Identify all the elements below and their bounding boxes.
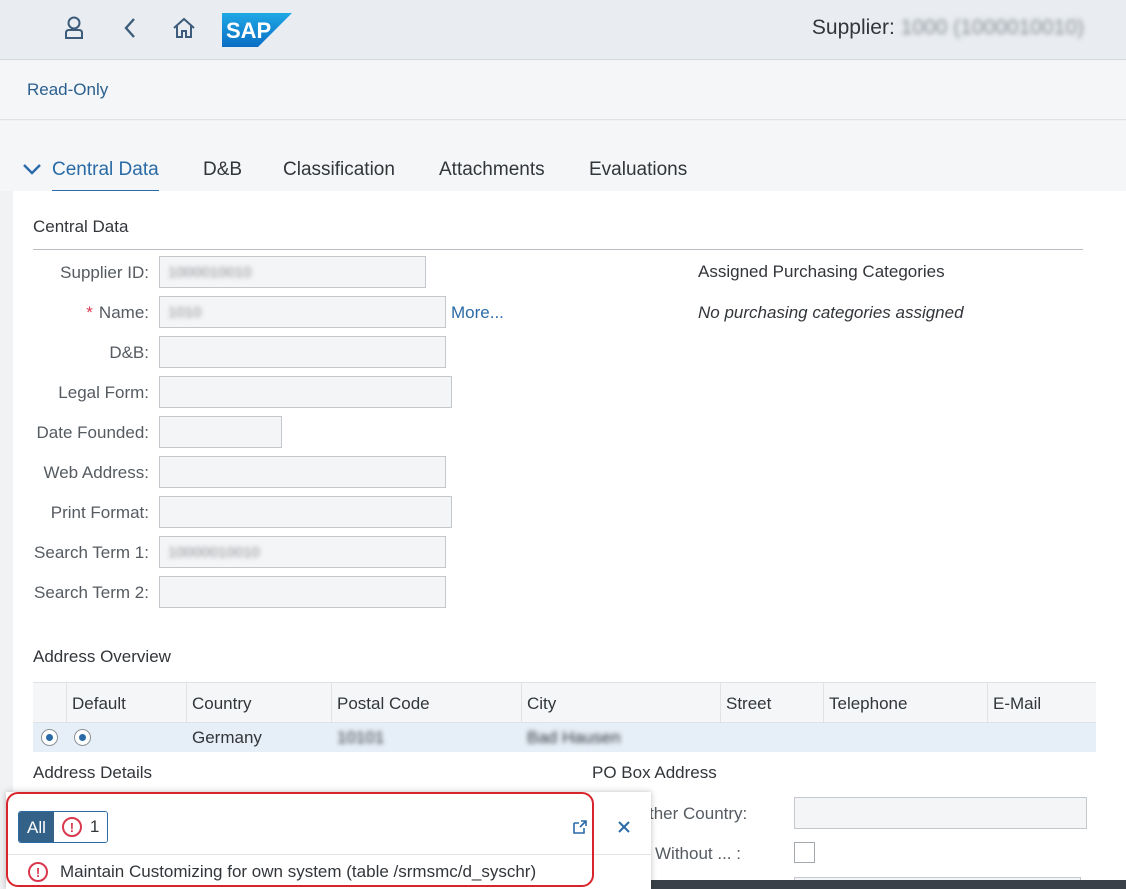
tab-classification[interactable]: Classification	[283, 159, 395, 181]
list-item[interactable]: ! Maintain Customizing for own system (t…	[28, 862, 536, 882]
error-icon: !	[61, 817, 82, 837]
without-checkbox[interactable]	[794, 842, 815, 863]
name-label-text: Name:	[98, 303, 149, 322]
search-term-1-label: Search Term 1:	[34, 543, 149, 562]
tab-dnb[interactable]: D&B	[203, 159, 242, 181]
without-label: Without ... :	[655, 844, 741, 863]
read-only-status: Read-Only	[27, 80, 109, 99]
title-supplier-number: 1000	[900, 16, 948, 39]
column-postal-code[interactable]: Postal Code	[337, 694, 430, 714]
name-label: * Name:	[86, 303, 149, 323]
column-email[interactable]: E-Mail	[993, 694, 1041, 714]
address-overview-title: Address Overview	[33, 647, 171, 666]
column-country[interactable]: Country	[192, 694, 252, 714]
more-link[interactable]: More...	[451, 303, 504, 323]
message-filter: All ! 1	[18, 811, 109, 843]
legal-form-field[interactable]	[159, 376, 452, 408]
collapse-chevron-icon[interactable]	[22, 162, 42, 181]
message-text: Maintain Customizing for own system (tab…	[60, 862, 537, 881]
sap-logo-text: SAP	[226, 18, 271, 43]
purchasing-categories-title: Assigned Purchasing Categories	[698, 262, 945, 281]
purchasing-categories-empty: No purchasing categories assigned	[698, 303, 964, 322]
tab-central-data[interactable]: Central Data	[52, 159, 159, 193]
search-term-2-field[interactable]	[159, 576, 446, 608]
column-separator	[186, 683, 187, 724]
cell-country: Germany	[192, 728, 262, 747]
cell-city: Bad Hausen	[527, 728, 621, 747]
po-box-title: PO Box Address	[592, 763, 717, 782]
web-address-label: Web Address:	[43, 463, 149, 482]
required-mark: *	[86, 303, 93, 322]
web-address-field[interactable]	[159, 456, 446, 488]
search-term-1-value: 10000010010	[168, 544, 260, 561]
default-radio[interactable]	[74, 729, 91, 746]
open-external-icon[interactable]	[569, 816, 591, 838]
supplier-id-value: 1000010010	[168, 264, 252, 281]
content-panel: Central Data Supplier ID: 1000010010 * Na…	[13, 191, 1126, 889]
table-row[interactable]: Germany 10101 Bad Hausen	[33, 723, 1096, 752]
shell-header: SAP Supplier: 1000 (1000010010)	[0, 0, 1126, 60]
cell-postal-code: 10101	[337, 728, 385, 747]
title-supplier-detail: (1000010010)	[953, 16, 1084, 39]
footer-bar	[590, 880, 1126, 889]
name-field[interactable]: 1010	[159, 296, 446, 328]
title-prefix: Supplier:	[811, 16, 895, 39]
supplier-id-label: Supplier ID:	[60, 263, 149, 282]
column-street[interactable]: Street	[726, 694, 771, 714]
filter-error-button[interactable]: ! 1	[53, 812, 108, 842]
column-separator	[331, 683, 332, 724]
error-icon: !	[28, 862, 48, 882]
legal-form-label: Legal Form:	[58, 383, 149, 402]
date-founded-field[interactable]	[159, 416, 282, 448]
date-founded-label: Date Founded:	[36, 423, 149, 442]
message-popover: All ! 1 ! Maintain Customizing for own s…	[6, 792, 651, 889]
other-country-field[interactable]	[794, 797, 1087, 829]
section-divider	[33, 249, 1083, 250]
sap-logo[interactable]: SAP	[222, 13, 292, 47]
page-title: Supplier: 1000 (1000010010)	[812, 16, 1084, 40]
column-separator	[823, 683, 824, 724]
supplier-id-field[interactable]: 1000010010	[159, 256, 426, 288]
dnb-label: D&B:	[109, 343, 149, 362]
address-details-title: Address Details	[33, 763, 153, 782]
column-separator	[521, 683, 522, 724]
address-table-header: Default Country Postal Code City Street …	[33, 682, 1096, 724]
subheader: Read-Only	[0, 61, 1126, 120]
column-separator	[987, 683, 988, 724]
print-format-label: Print Format:	[50, 503, 149, 522]
print-format-field[interactable]	[159, 496, 452, 528]
filter-all-button[interactable]: All	[19, 812, 54, 842]
column-separator	[66, 683, 67, 724]
tab-attachments[interactable]: Attachments	[439, 159, 545, 181]
central-data-title: Central Data	[33, 217, 129, 236]
row-select-radio[interactable]	[41, 729, 58, 746]
search-term-1-field[interactable]: 10000010010	[159, 536, 446, 568]
name-value: 1010	[168, 304, 202, 321]
user-icon[interactable]	[58, 12, 90, 44]
column-telephone[interactable]: Telephone	[829, 694, 907, 714]
error-count: 1	[89, 817, 100, 836]
tab-evaluations[interactable]: Evaluations	[589, 159, 687, 181]
back-icon[interactable]	[114, 12, 146, 44]
other-country-label: ther Country:	[649, 804, 748, 823]
column-default[interactable]: Default	[72, 694, 126, 714]
popover-divider	[6, 854, 651, 855]
dnb-field[interactable]	[159, 336, 446, 368]
column-city[interactable]: City	[527, 694, 556, 714]
close-icon[interactable]	[613, 816, 635, 838]
home-icon[interactable]	[168, 12, 200, 44]
tab-bar: Central Data D&B Classification Attachme…	[0, 121, 1126, 193]
column-separator	[720, 683, 721, 724]
search-term-2-label: Search Term 2:	[34, 583, 149, 602]
